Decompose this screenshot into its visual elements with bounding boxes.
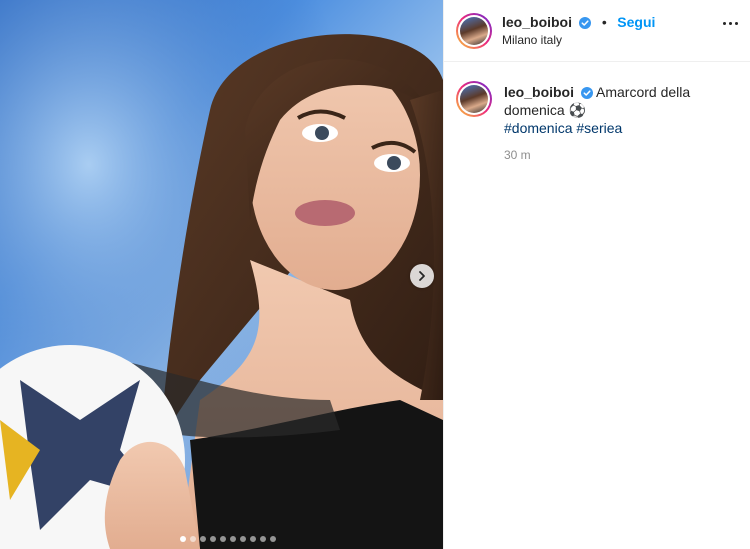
post-media[interactable] [0,0,443,549]
avatar-image [460,17,488,45]
carousel-indicators [180,536,276,542]
chevron-right-icon [419,271,425,281]
hashtag-link[interactable]: #domenica [504,120,573,136]
carousel-dot [270,536,276,542]
hashtag-link[interactable]: #seriea [576,120,622,136]
post-header: leo_boiboi • Segui Milano italy [444,0,750,62]
caption-username[interactable]: leo_boiboi [504,84,574,100]
carousel-dot [250,536,256,542]
panel-divider [443,0,444,549]
carousel-dot [180,536,186,542]
caption-avatar[interactable] [456,81,492,117]
header-separator: • [601,14,607,30]
carousel-dot [230,536,236,542]
carousel-dot [220,536,226,542]
carousel-dot [210,536,216,542]
carousel-dot [200,536,206,542]
post-timestamp[interactable]: 30 m [504,148,531,162]
carousel-next-button[interactable] [410,264,434,288]
carousel-dot [260,536,266,542]
carousel-dot [190,536,196,542]
header-username[interactable]: leo_boiboi [502,14,572,30]
verified-badge-icon [580,87,593,99]
follow-button[interactable]: Segui [617,14,655,30]
verified-badge-icon [579,17,592,29]
post-photo [0,0,443,549]
carousel-dot [240,536,246,542]
more-options-icon[interactable] [723,22,738,25]
avatar-image [460,85,488,113]
avatar[interactable] [456,13,492,49]
location-link[interactable]: Milano italy [502,33,562,47]
